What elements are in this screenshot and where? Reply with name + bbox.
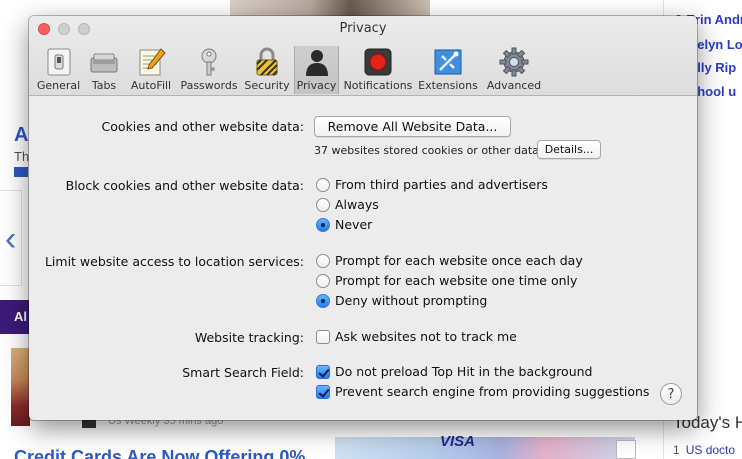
radio-button[interactable] [316,177,330,192]
stored-cookies-note: 37 websites stored cookies or other data [314,144,539,157]
website-tracking-label: Website tracking: [194,330,304,345]
tab-tabs[interactable]: Tabs [84,46,124,94]
remove-all-website-data-button[interactable]: Remove All Website Data... [314,116,511,137]
background-thumbnail[interactable] [11,348,30,426]
location-services-label: Limit website access to location service… [44,254,304,269]
background-play-badge [14,167,28,177]
key-icon [201,48,217,76]
puzzle-icon [434,49,462,75]
privacy-preferences-window: Privacy General Tabs AutoFill Passwords … [29,16,697,420]
toolbar-label: Tabs [91,79,117,92]
preload-top-hit-checkbox[interactable]: Do not preload Top Hit in the background [316,364,592,379]
radio-button-selected[interactable] [316,217,330,232]
block-cookies-never-radio[interactable]: Never [316,217,372,232]
tab-autofill[interactable]: AutoFill [126,46,176,94]
toolbar-label: Security [244,79,290,92]
background-ad-brand: VISA [440,433,476,450]
toolbar-label: Passwords [180,79,238,92]
background-link[interactable]: velyn Lo [690,37,742,52]
background-headline-fragment[interactable]: A [14,124,28,147]
toolbar-label: Notifications [343,79,413,92]
cookies-label: Cookies and other website data: [101,119,304,134]
notification-icon [364,48,392,76]
background-ad-image[interactable] [335,437,635,459]
toolbar-label: General [36,79,81,92]
do-not-track-checkbox[interactable]: Ask websites not to track me [316,329,517,344]
tab-passwords[interactable]: Passwords [178,46,240,94]
background-trending-item[interactable]: 1 US docto [673,443,735,457]
tab-security[interactable]: Security [242,46,292,94]
tab-extensions[interactable]: Extensions [417,46,479,94]
details-button[interactable]: Details... [537,140,601,159]
location-prompt-once-radio[interactable]: Prompt for each website one time only [316,273,577,288]
background-text-fragment: Th [14,149,30,164]
toolbar-label: AutoFill [130,79,172,92]
tab-advanced[interactable]: Advanced [483,46,545,94]
smart-search-label: Smart Search Field: [182,365,304,380]
radio-button[interactable] [316,197,330,212]
person-silhouette-icon [305,50,328,76]
switch-icon [47,48,70,76]
tab-notifications[interactable]: Notifications [342,46,414,94]
tab-general[interactable]: General [35,46,82,94]
radio-button-selected[interactable] [316,293,330,308]
radio-button[interactable] [316,273,330,288]
gear-icon [499,47,529,77]
block-cookies-label: Block cookies and other website data: [65,178,304,193]
checkbox[interactable] [316,329,330,344]
help-button[interactable]: ? [660,383,682,405]
block-cookies-always-radio[interactable]: Always [316,197,379,212]
background-purple-tab[interactable]: Al [0,300,30,334]
window-titlebar: Privacy General Tabs AutoFill Passwords … [29,16,697,96]
location-deny-radio[interactable]: Deny without prompting [316,293,487,308]
autofill-icon [139,48,166,76]
toolbar-label: Advanced [486,79,542,92]
background-ad-choice[interactable] [616,440,636,459]
search-suggestions-checkbox[interactable]: Prevent search engine from providing sug… [316,384,649,399]
background-headline[interactable]: Credit Cards Are Now Offering 0% [14,447,305,459]
tab-privacy[interactable]: Privacy [294,46,339,94]
toolbar-label: Privacy [296,79,337,92]
toolbar-label: Extensions [418,79,478,92]
chevron-left-icon[interactable]: ‹ [5,222,16,256]
lock-icon [256,47,278,76]
block-cookies-third-parties-radio[interactable]: From third parties and advertisers [316,177,548,192]
window-title: Privacy [339,21,387,36]
checkbox-checked[interactable] [316,384,330,399]
tabs-icon [90,53,118,73]
radio-button[interactable] [316,253,330,268]
checkbox-checked[interactable] [316,364,330,379]
location-prompt-daily-radio[interactable]: Prompt for each website once each day [316,253,583,268]
